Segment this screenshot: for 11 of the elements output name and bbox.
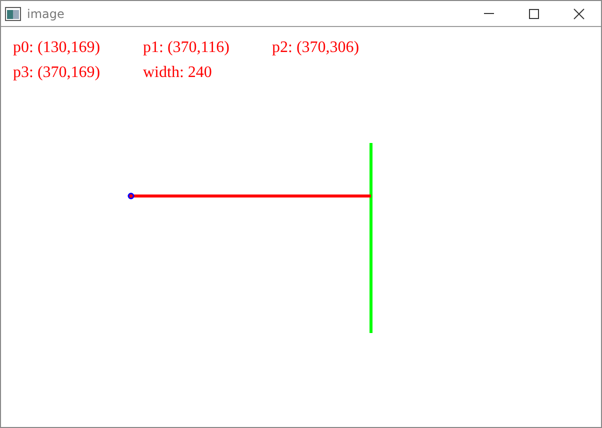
app-icon — [5, 6, 21, 20]
close-icon — [572, 8, 584, 20]
coordinate-label: width: 240 — [143, 64, 212, 81]
coordinate-label: p2: (370,306) — [272, 39, 360, 56]
coordinate-label: p1: (370,116) — [143, 39, 230, 56]
window-title: image — [27, 6, 64, 20]
coordinate-label: p0: (130,169) — [13, 39, 100, 56]
minimize-icon — [484, 13, 494, 14]
coordinate-label: p3: (370,169) — [13, 64, 100, 81]
maximize-icon — [528, 8, 540, 20]
point-marker — [128, 192, 134, 200]
